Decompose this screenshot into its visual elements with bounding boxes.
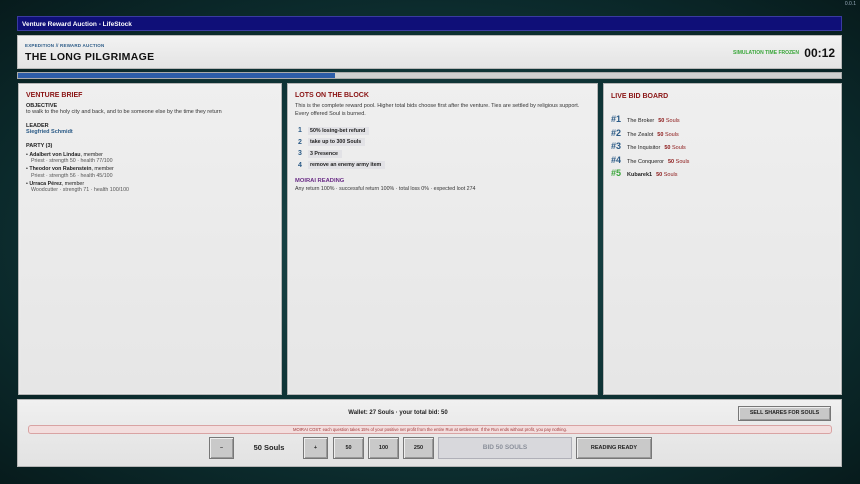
venture-brief-panel: VENTURE BRIEF OBJECTIVE to walk to the h… — [18, 83, 282, 395]
simulation-status: SIMULATION TIME FROZEN — [732, 50, 799, 56]
window-titlebar: Venture Reward Auction - LifeStock — [17, 16, 842, 31]
increase-bid-button[interactable]: + — [303, 437, 328, 459]
bid-row: #4 The Conqueror 50 Souls — [611, 155, 834, 169]
bid-row: #3 The Inquisitor 50 Souls — [611, 141, 834, 155]
bid-amount-unit: Souls — [675, 158, 690, 165]
bidder-name: The Inquisitor — [627, 145, 661, 151]
lot-label: 50% losing-bet refund — [308, 126, 370, 135]
bidder-name: The Broker — [627, 118, 655, 124]
place-bid-button[interactable]: BID 50 SOULS — [438, 437, 572, 459]
header-kicker: EXPEDITION // REWARD AUCTION — [25, 43, 105, 48]
lot-item: 3 3 Presence — [295, 149, 590, 158]
bid-controls: Wallet: 27 Souls · your total bid: 50 SE… — [17, 399, 842, 467]
bid-amount: 50 Souls — [668, 159, 689, 165]
bid-row: #1 The Broker 50 Souls — [611, 114, 834, 128]
objective-text: to walk to the holy city and back, and t… — [26, 109, 222, 115]
party-member-name: Adalbert von Lindau — [29, 151, 81, 158]
bid-amount-unit: Souls — [665, 118, 680, 124]
panel-title: LOTS ON THE BLOCK — [295, 92, 369, 99]
bid-rank: #2 — [611, 127, 622, 138]
party-member-name: Theodor von Rabenstein — [29, 166, 92, 172]
party-member-stats: Woodcutter · strength 71 · health 100/10… — [31, 187, 129, 193]
wallet-status: Wallet: 27 Souls · your total bid: 50 — [348, 410, 448, 416]
bid-row-self: #5 Kubarek1 50 Souls — [611, 168, 834, 182]
bid-amount-value: 50 — [668, 158, 675, 165]
party-member-stats: Priest · strength 50 · health 77/100 — [31, 158, 113, 164]
quick-bid-250-button[interactable]: 250 — [403, 437, 434, 459]
reading-ready-button[interactable]: READING READY — [576, 437, 652, 459]
quick-bid-50-button[interactable]: 50 — [333, 437, 364, 459]
lot-item: 2 take up to 300 Souls — [295, 138, 590, 147]
lot-number: 4 — [298, 161, 302, 169]
bid-rank: #3 — [611, 141, 622, 151]
lot-list: 1 50% losing-bet refund 2 take up to 300… — [295, 126, 590, 170]
version-label: 0.0.1 — [844, 1, 856, 7]
bidder-name: The Conqueror — [627, 158, 664, 165]
bidder-name: Kubarek1 — [627, 172, 653, 178]
bid-rank: #5 — [611, 168, 622, 178]
bid-amount: 50 Souls — [656, 172, 677, 178]
bid-rank: #1 — [611, 114, 622, 124]
timer-progress-bar — [17, 72, 842, 79]
lot-item: 1 50% losing-bet refund — [295, 126, 590, 135]
lot-number: 2 — [298, 138, 302, 146]
moirai-reading: Any return 100% · successful return 100%… — [295, 185, 476, 192]
sell-shares-button[interactable]: SELL SHARES FOR SOULS — [738, 406, 831, 421]
lot-number: 3 — [298, 150, 302, 157]
decrease-bid-button[interactable]: – — [209, 437, 234, 459]
panel-title: VENTURE BRIEF — [26, 92, 83, 99]
bid-amount-value: 50 — [658, 118, 665, 124]
lots-panel: LOTS ON THE BLOCK This is the complete r… — [287, 83, 598, 395]
lot-item: 4 remove an enemy army item — [295, 161, 590, 170]
bid-amount-unit: Souls — [671, 145, 686, 151]
bid-amount: 50 Souls — [658, 118, 679, 124]
bid-amount-value: 50 — [657, 131, 664, 138]
lot-label: remove an enemy army item — [308, 161, 386, 169]
page-header: EXPEDITION // REWARD AUCTION THE LONG PI… — [17, 35, 842, 69]
bid-amount-display: 50 Souls — [253, 443, 285, 452]
bidder-name: The Zealot — [627, 131, 654, 138]
moirai-title: MOIRAI READING — [295, 177, 345, 184]
lot-label: take up to 300 Souls — [308, 138, 366, 146]
lots-description: This is the complete reward pool. Higher… — [295, 103, 580, 117]
moirai-cost-notice: MOIRAI COST: each question takes 15% of … — [28, 425, 832, 434]
bid-list: #1 The Broker 50 Souls #2 The Zealot 50 … — [611, 114, 834, 182]
bid-amount-unit: Souls — [663, 172, 678, 178]
quick-bid-100-button[interactable]: 100 — [368, 437, 399, 459]
bid-amount-value: 50 — [656, 172, 663, 178]
page-title: THE LONG PILGRIMAGE — [25, 51, 155, 63]
timer-progress-fill — [18, 73, 335, 78]
lot-number: 1 — [298, 127, 302, 134]
bid-amount-value: 50 — [664, 145, 671, 151]
panel-title: LIVE BID BOARD — [611, 93, 669, 100]
bid-board-panel: LIVE BID BOARD #1 The Broker 50 Souls #2… — [603, 83, 842, 395]
bid-amount: 50 Souls — [657, 132, 678, 138]
party-member-role: , member — [91, 166, 114, 172]
party-member-role: , member — [61, 180, 85, 187]
countdown-timer: 00:12 — [804, 46, 835, 60]
party-member-name: Urraca Pérez — [29, 180, 62, 187]
party-member-stats: Priest · strength 56 · health 45/100 — [31, 172, 113, 179]
bid-rank: #4 — [611, 154, 622, 165]
bid-amount-unit: Souls — [664, 131, 679, 138]
bid-row: #2 The Zealot 50 Souls — [611, 128, 834, 142]
bid-amount: 50 Souls — [664, 145, 685, 151]
party-member-role: , member — [80, 151, 103, 158]
lot-label: 3 Presence — [308, 149, 342, 158]
